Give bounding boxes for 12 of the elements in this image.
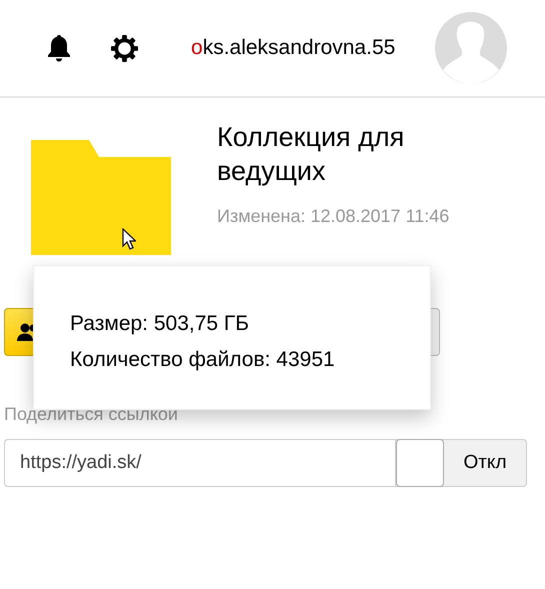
popup-text: Размер: 503,75 ГБ: [70, 311, 250, 337]
link-field[interactable]: https://yadi.sk/: [4, 439, 395, 487]
link-toggle[interactable]: Откл: [395, 439, 527, 487]
settings-icon[interactable]: [111, 34, 138, 62]
modified-date: Изменена: 12.08.2017 11:46: [217, 206, 450, 227]
popup-text: Количество файлов: 43951: [70, 347, 335, 373]
cursor-icon: [122, 228, 136, 250]
bell-icon[interactable]: [45, 34, 73, 62]
folder-title: Коллекция для ведущих: [217, 121, 406, 188]
username[interactable]: oks.aleksandrovna.55: [191, 36, 396, 60]
folder-icon: [31, 140, 171, 255]
share-label: Поделиться ссылкой: [4, 404, 179, 425]
